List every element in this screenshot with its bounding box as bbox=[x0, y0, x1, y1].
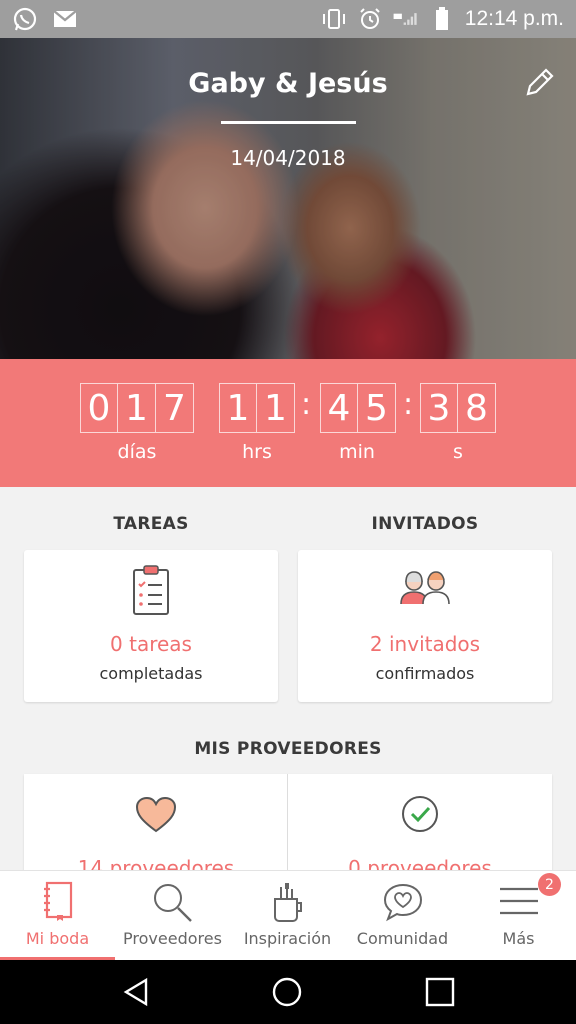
wedding-date: 14/04/2018 bbox=[230, 146, 346, 170]
guests-subtitle: confirmados bbox=[375, 664, 475, 683]
nav-mi-boda[interactable]: Mi boda bbox=[0, 871, 115, 961]
time-separator: : bbox=[301, 387, 312, 422]
hours-digits: 1 1 bbox=[219, 383, 295, 433]
days-label: días bbox=[117, 441, 157, 463]
minutes-label: min bbox=[339, 441, 375, 463]
guests-couple-icon bbox=[398, 570, 452, 610]
seconds-digit: 3 bbox=[420, 383, 458, 433]
seconds-digit: 8 bbox=[458, 383, 496, 433]
guests-count: 2 invitados bbox=[369, 632, 481, 656]
time-separator: : bbox=[403, 387, 414, 422]
home-icon bbox=[272, 977, 302, 1007]
minutes-digits: 4 5 bbox=[320, 383, 396, 433]
nav-label: Proveedores bbox=[123, 929, 222, 948]
tasks-count: 0 tareas bbox=[110, 632, 192, 656]
hours-digit: 1 bbox=[219, 383, 257, 433]
title-underline bbox=[221, 121, 356, 124]
search-icon bbox=[151, 881, 195, 927]
pencil-icon bbox=[526, 68, 554, 96]
nav-proveedores[interactable]: Proveedores bbox=[115, 871, 230, 961]
minutes-digit: 5 bbox=[358, 383, 396, 433]
system-navigation-bar bbox=[0, 960, 576, 1024]
chat-heart-icon bbox=[382, 881, 424, 927]
vibrate-icon bbox=[321, 7, 347, 31]
days-digits: 0 1 7 bbox=[80, 383, 194, 433]
guests-title: INVITADOS bbox=[371, 514, 479, 534]
menu-icon bbox=[498, 885, 540, 921]
status-time: 12:14 p.m. bbox=[464, 7, 564, 30]
tasks-subtitle: completadas bbox=[99, 664, 203, 683]
couple-photo-header: Gaby & Jesús 14/04/2018 bbox=[0, 38, 576, 359]
back-icon bbox=[123, 977, 148, 1007]
tasks-title: TAREAS bbox=[113, 514, 189, 534]
whatsapp-icon bbox=[12, 7, 38, 31]
hours-digit: 1 bbox=[257, 383, 295, 433]
alarm-icon bbox=[357, 7, 383, 31]
providers-title: MIS PROVEEDORES bbox=[194, 739, 382, 759]
nav-comunidad[interactable]: Comunidad bbox=[345, 871, 460, 961]
days-digit: 1 bbox=[118, 383, 156, 433]
booked-providers[interactable]: 14 proveedores bbox=[24, 774, 288, 874]
tasks-card[interactable]: 0 tareas completadas bbox=[24, 550, 278, 702]
nav-label: Más bbox=[502, 929, 535, 948]
recents-button[interactable] bbox=[424, 976, 456, 1008]
recents-icon bbox=[425, 977, 455, 1007]
clipboard-checklist-icon bbox=[131, 564, 171, 620]
hired-providers[interactable]: 0 proveedores bbox=[288, 774, 552, 874]
status-bar: 12:14 p.m. bbox=[0, 0, 576, 38]
seconds-digits: 3 8 bbox=[420, 383, 496, 433]
days-digit: 0 bbox=[80, 383, 118, 433]
hours-label: hrs bbox=[242, 441, 272, 463]
lte-signal-icon bbox=[393, 7, 419, 31]
providers-card: 14 proveedores 0 proveedores bbox=[24, 774, 552, 874]
gmail-icon bbox=[52, 7, 78, 31]
nav-label: Comunidad bbox=[356, 929, 449, 948]
couple-names: Gaby & Jesús bbox=[188, 68, 388, 99]
days-digit: 7 bbox=[156, 383, 194, 433]
wedding-countdown: 0 1 7 1 1 : 4 5 : 3 8 días hrs min s bbox=[0, 359, 576, 487]
guests-card[interactable]: 2 invitados confirmados bbox=[298, 550, 552, 702]
back-button[interactable] bbox=[120, 976, 152, 1008]
check-circle-icon bbox=[400, 794, 440, 838]
home-button[interactable] bbox=[271, 976, 303, 1008]
minutes-digit: 4 bbox=[320, 383, 358, 433]
nav-label: Mi boda bbox=[25, 929, 90, 948]
nav-inspiracion[interactable]: Inspiración bbox=[230, 871, 345, 961]
bottom-navigation: Mi boda Proveedores Inspiración Comunida… bbox=[0, 870, 576, 961]
brush-cup-icon bbox=[271, 881, 305, 927]
notebook-icon bbox=[41, 881, 75, 927]
edit-button[interactable] bbox=[522, 66, 556, 100]
nav-label: Inspiración bbox=[243, 929, 332, 948]
notification-badge: 2 bbox=[538, 873, 561, 896]
heart-icon bbox=[135, 796, 177, 838]
seconds-label: s bbox=[453, 441, 463, 463]
battery-icon bbox=[429, 7, 455, 31]
